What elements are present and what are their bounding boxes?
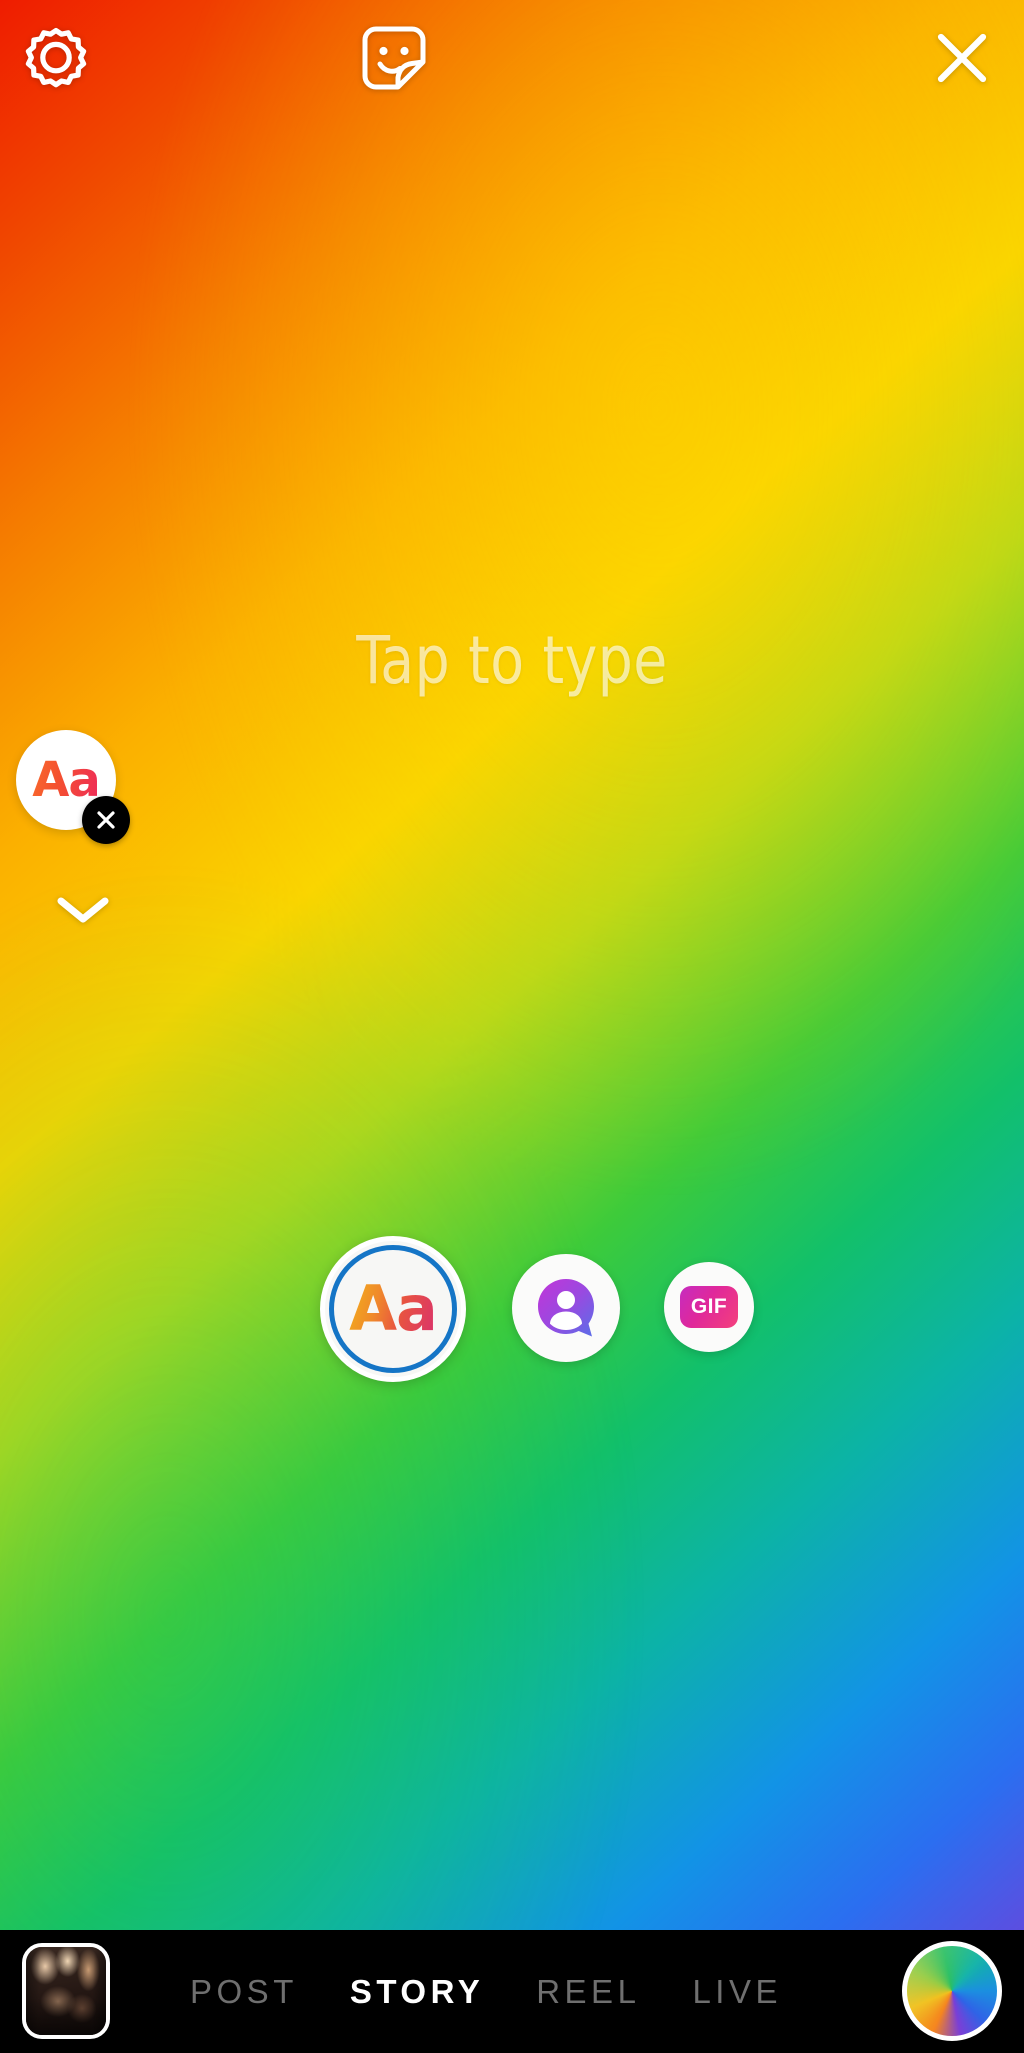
font-chip-label: Aa (32, 752, 101, 808)
chevron-down-icon (57, 897, 109, 923)
stickers-button[interactable] (352, 16, 436, 100)
mode-tabs: POST STORY REEL LIVE (190, 1930, 880, 2053)
close-button[interactable] (922, 18, 1002, 98)
close-x-icon (937, 33, 987, 83)
tool-gif-button[interactable]: GIF (664, 1262, 754, 1352)
tab-story[interactable]: STORY (350, 1973, 484, 2011)
mention-person-bubble-icon (538, 1279, 594, 1337)
close-x-icon (97, 811, 115, 829)
story-topbar (0, 0, 1024, 112)
bottom-tabbar: POST STORY REEL LIVE (0, 1930, 1024, 2053)
camera-button-sheen (907, 1946, 997, 2036)
remove-text-button[interactable] (82, 796, 130, 844)
tool-text-button[interactable]: Aa (320, 1236, 466, 1382)
gear-icon (25, 27, 87, 88)
tab-reel[interactable]: REEL (536, 1973, 640, 2011)
more-fonts-button[interactable] (52, 888, 114, 932)
font-picker: Aa (16, 730, 130, 923)
story-canvas[interactable]: Tap to type Aa Aa GIF (0, 0, 1024, 1930)
settings-button[interactable] (16, 18, 96, 98)
tool-text-label: Aa (349, 1272, 438, 1345)
creation-tool-row: Aa GIF (0, 1236, 1024, 1382)
canvas-gradient-overlay (0, 0, 1024, 1930)
tab-live[interactable]: LIVE (692, 1973, 782, 2011)
gif-badge-label: GIF (680, 1286, 738, 1328)
gallery-thumbnail-image (26, 1947, 106, 2035)
story-create-screen: Tap to type Aa Aa GIF POST STORY REEL LI… (0, 0, 1024, 2053)
camera-capture-button[interactable] (902, 1941, 1002, 2041)
tab-post[interactable]: POST (190, 1973, 298, 2011)
tap-to-type-placeholder[interactable]: Tap to type (36, 622, 988, 699)
tool-mention-button[interactable] (512, 1254, 620, 1362)
sticker-smiley-icon (362, 26, 426, 90)
gallery-thumbnail-button[interactable] (22, 1943, 110, 2039)
